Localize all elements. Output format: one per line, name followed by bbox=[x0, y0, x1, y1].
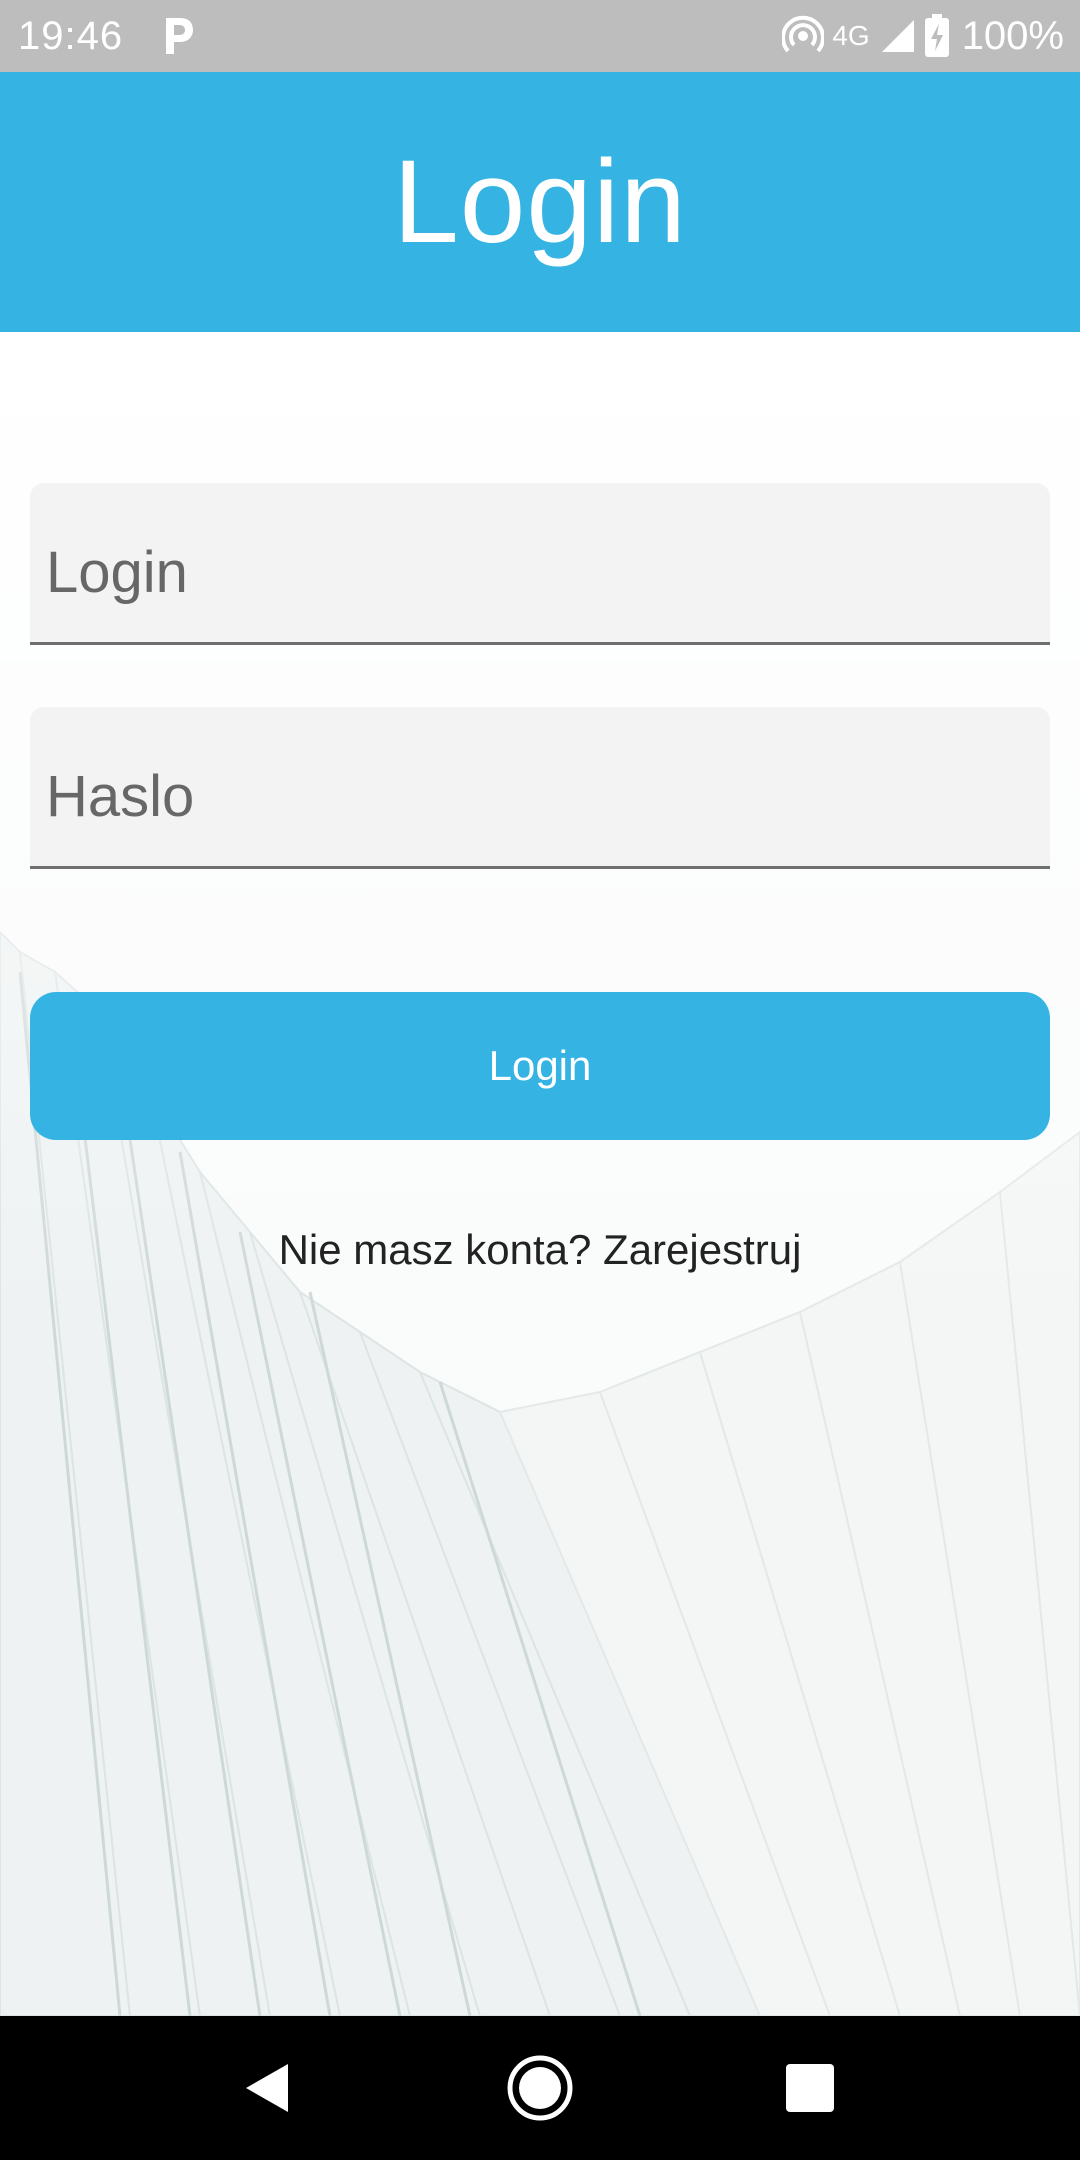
login-field[interactable] bbox=[30, 483, 1050, 645]
password-field[interactable] bbox=[30, 707, 1050, 869]
login-screen: 19:46 4G 100% Login Login Login Nie masz… bbox=[0, 0, 1080, 2160]
status-bar: 19:46 4G 100% bbox=[0, 0, 1080, 72]
register-link[interactable]: Nie masz konta? Zarejestruj bbox=[0, 1226, 1080, 1274]
login-input[interactable] bbox=[30, 483, 1050, 642]
battery-charging-icon bbox=[924, 14, 949, 57]
back-icon[interactable] bbox=[232, 2052, 304, 2124]
signal-icon bbox=[881, 20, 914, 52]
app-bar: Login bbox=[0, 72, 1080, 332]
hotspot-icon bbox=[782, 15, 825, 53]
battery-percent: 100% bbox=[961, 14, 1064, 58]
status-time: 19:46 bbox=[18, 14, 124, 58]
parking-p-icon bbox=[166, 18, 193, 54]
page-title: Login bbox=[393, 136, 687, 268]
password-input[interactable] bbox=[30, 707, 1050, 866]
home-icon[interactable] bbox=[504, 2052, 576, 2124]
recents-icon[interactable] bbox=[774, 2052, 846, 2124]
login-button[interactable]: Login bbox=[30, 992, 1050, 1140]
status-icons: 4G 100% bbox=[782, 10, 1064, 62]
network-type: 4G bbox=[832, 20, 870, 51]
navigation-bar bbox=[0, 2016, 1080, 2160]
